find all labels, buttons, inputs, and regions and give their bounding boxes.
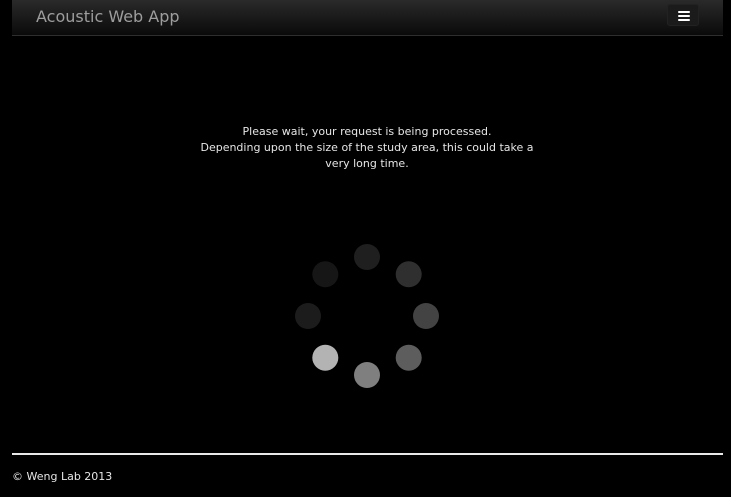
spinner-dot	[395, 261, 422, 288]
footer-copyright: © Weng Lab 2013	[12, 470, 113, 483]
spinner-dot	[312, 261, 339, 288]
spinner-dot	[413, 303, 439, 329]
loading-spinner-icon	[295, 244, 439, 388]
spinner-dot	[354, 244, 380, 270]
spinner-dot	[354, 362, 380, 388]
footer-divider	[12, 453, 723, 455]
spinner-dot	[312, 344, 339, 371]
spinner-dot	[395, 344, 422, 371]
spinner-dot	[295, 303, 321, 329]
